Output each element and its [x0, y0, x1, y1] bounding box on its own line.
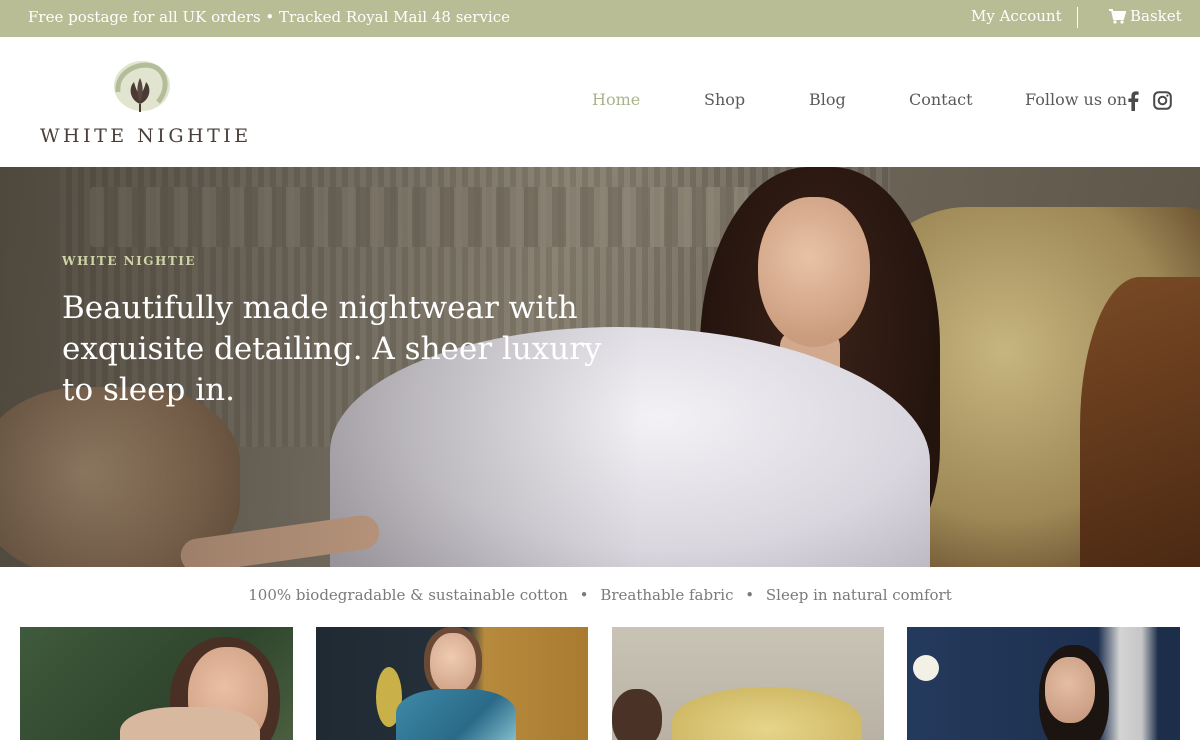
- follow-label: Follow us on: [1025, 90, 1128, 109]
- nav-blog[interactable]: Blog: [809, 90, 846, 109]
- hero-sofa-frame: [1080, 277, 1200, 567]
- nav-home[interactable]: Home: [592, 90, 640, 109]
- hero-headline: Beautifully made nightwear with exquisit…: [62, 290, 602, 408]
- hero-model-face: [758, 197, 870, 347]
- site-header: WHITE NIGHTIE Home Shop Blog Contact Fol…: [0, 37, 1200, 167]
- product-card[interactable]: [612, 627, 884, 740]
- basket-label: Basket: [1130, 7, 1182, 25]
- feature-separator: •: [745, 586, 755, 604]
- product-card[interactable]: [907, 627, 1180, 740]
- cotton-flower-icon: [114, 61, 170, 112]
- product-image-headboard: [672, 687, 862, 740]
- hero-banner: WHITE NIGHTIE Beautifully made nightwear…: [0, 167, 1200, 567]
- my-account-link[interactable]: My Account: [971, 7, 1062, 25]
- brand-name: WHITE NIGHTIE: [40, 125, 252, 147]
- nav-shop[interactable]: Shop: [704, 90, 745, 109]
- hero-eyebrow: WHITE NIGHTIE: [62, 254, 197, 268]
- topbar-divider: [1077, 7, 1078, 28]
- product-image-face: [1045, 657, 1095, 723]
- product-card[interactable]: [20, 627, 293, 740]
- feature-item: Sleep in natural comfort: [765, 586, 952, 604]
- product-image-robe: [396, 689, 516, 740]
- product-image-body: [120, 707, 260, 740]
- cart-icon: [1109, 8, 1126, 24]
- promo-text: Free postage for all UK orders • Tracked…: [28, 8, 510, 26]
- promo-bar: Free postage for all UK orders • Tracked…: [0, 0, 1200, 37]
- product-image-face: [430, 633, 476, 693]
- basket-link[interactable]: Basket: [1109, 7, 1182, 25]
- brand-logo[interactable]: WHITE NIGHTIE: [36, 55, 248, 155]
- product-image-hair: [612, 689, 662, 740]
- product-card[interactable]: [316, 627, 588, 740]
- feature-separator: •: [579, 586, 589, 604]
- feature-item: 100% biodegradable & sustainable cotton: [248, 586, 568, 604]
- facebook-icon[interactable]: [1127, 91, 1139, 111]
- feature-item: Breathable fabric: [600, 586, 734, 604]
- nav-contact[interactable]: Contact: [909, 90, 973, 109]
- instagram-icon[interactable]: [1153, 91, 1172, 110]
- features-strip: 100% biodegradable & sustainable cotton …: [0, 586, 1200, 604]
- product-image-flower: [913, 655, 939, 681]
